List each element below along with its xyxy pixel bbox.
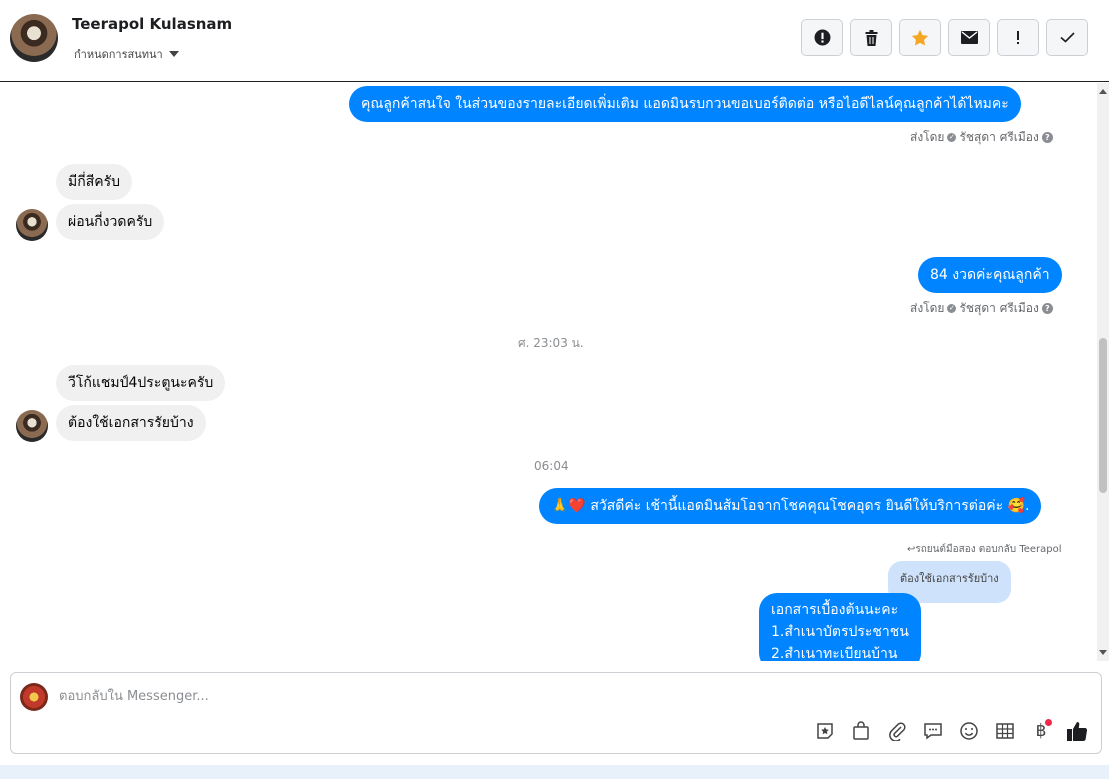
exclamation-icon	[1017, 30, 1019, 44]
message-bubble-outgoing[interactable]: คุณลูกค้าสนใจ ในส่วนของรายละเอียดเพิ่มเต…	[349, 86, 1021, 122]
trash-icon	[865, 29, 877, 46]
check-icon	[1059, 32, 1075, 43]
reply-context-label: ↩รถยนต์มือสอง ตอบกลับ Teerapol	[907, 544, 1062, 555]
notification-dot	[1045, 719, 1052, 726]
scroll-thumb[interactable]	[1099, 338, 1107, 493]
composer-tools: ฿	[813, 719, 1089, 743]
timestamp-divider: 06:04	[534, 459, 569, 473]
table-icon	[996, 723, 1014, 739]
thread-scrollbar[interactable]	[1097, 83, 1109, 661]
contact-avatar-small	[16, 410, 48, 442]
email-button[interactable]	[948, 19, 990, 56]
shop-button[interactable]	[849, 719, 873, 743]
message-line: 2.สำเนาทะเบียนบ้าน	[771, 646, 898, 661]
sent-by-label: ส่งโดย	[910, 301, 945, 315]
message-bubble-incoming[interactable]: มีกี่สีครับ	[56, 164, 133, 200]
message-bubble-incoming[interactable]: ต้องใช้เอกสารรัยบ้าง	[56, 405, 206, 441]
message-line: เอกสารเบื้องต้นนะคะ	[771, 602, 899, 618]
sticker-button[interactable]	[813, 719, 837, 743]
help-icon[interactable]: ?	[1041, 303, 1053, 314]
conversation-schedule-dropdown[interactable]: กำหนดการสนทนา	[74, 45, 179, 63]
sent-by-label: ส่งโดย	[910, 130, 945, 144]
mark-done-button[interactable]	[1046, 19, 1088, 56]
help-icon[interactable]: ?	[1041, 132, 1053, 143]
agent-name[interactable]: รัชสุดา ศรีเมือง	[959, 299, 1038, 318]
caret-down-icon	[168, 51, 179, 57]
message-line: 1.สำเนาบัตรประชาชน	[771, 624, 909, 640]
table-button[interactable]	[993, 719, 1017, 743]
schedule-label: กำหนดการสนทนา	[74, 48, 163, 61]
alert-button[interactable]	[801, 19, 843, 56]
shopping-bag-icon	[853, 721, 869, 740]
paperclip-icon	[889, 722, 906, 741]
scroll-down-icon[interactable]	[1099, 650, 1107, 655]
timestamp-divider: ศ. 23:03 น.	[518, 336, 584, 350]
sent-by-meta: ส่งโดย ✓ รัชสุดา ศรีเมือง ?	[910, 299, 1053, 318]
conversation-header: Teerapol Kulasnam กำหนดการสนทนา	[0, 0, 1109, 82]
message-bubble-incoming[interactable]: ผ่อนกี่งวดครับ	[56, 204, 165, 240]
scroll-up-icon[interactable]	[1099, 89, 1107, 94]
reply-input[interactable]	[59, 685, 759, 707]
star-button[interactable]	[899, 19, 941, 56]
message-bubble-incoming[interactable]: วีโก้แชมป์4ประตูนะครับ	[56, 365, 226, 401]
contact-name[interactable]: Teerapol Kulasnam	[72, 15, 232, 33]
message-bubble-outgoing[interactable]: เอกสารเบื้องต้นนะคะ 1.สำเนาบัตรประชาชน 2…	[759, 593, 921, 661]
message-bubble-outgoing[interactable]: 84 งวดค่ะคุณลูกค้า	[918, 257, 1062, 293]
saved-replies-button[interactable]	[921, 719, 945, 743]
like-icon	[1067, 722, 1088, 742]
contact-avatar-small	[16, 209, 48, 241]
emoji-button[interactable]	[957, 719, 981, 743]
header-actions	[801, 19, 1088, 56]
star-icon	[911, 29, 929, 46]
page-avatar	[20, 683, 48, 711]
sent-by-meta: ส่งโดย ✓ รัชสุดา ศรีเมือง ?	[910, 128, 1053, 147]
message-composer: ฿	[10, 672, 1102, 754]
sticker-icon	[817, 723, 833, 739]
message-thread[interactable]: คุณลูกค้าสนใจ ในส่วนของรายละเอียดเพิ่มเต…	[0, 83, 1097, 661]
agent-name[interactable]: รัชสุดา ศรีเมือง	[959, 128, 1038, 147]
attach-button[interactable]	[885, 719, 909, 743]
bottom-strip	[0, 765, 1109, 779]
verified-icon: ✓	[947, 304, 957, 313]
saved-replies-icon	[924, 723, 942, 740]
contact-avatar[interactable]	[10, 14, 58, 62]
alert-circle-icon	[814, 29, 830, 46]
envelope-icon	[960, 31, 978, 44]
mark-important-button[interactable]	[997, 19, 1039, 56]
delete-button[interactable]	[850, 19, 892, 56]
like-button[interactable]	[1065, 719, 1089, 743]
message-bubble-outgoing[interactable]: 🙏❤️ สวัสดีค่ะ เช้านี้แอดมินส้มโอจากโชคคุ…	[539, 488, 1042, 524]
payment-button[interactable]: ฿	[1029, 719, 1053, 743]
verified-icon: ✓	[947, 133, 957, 142]
emoji-icon	[960, 722, 978, 740]
